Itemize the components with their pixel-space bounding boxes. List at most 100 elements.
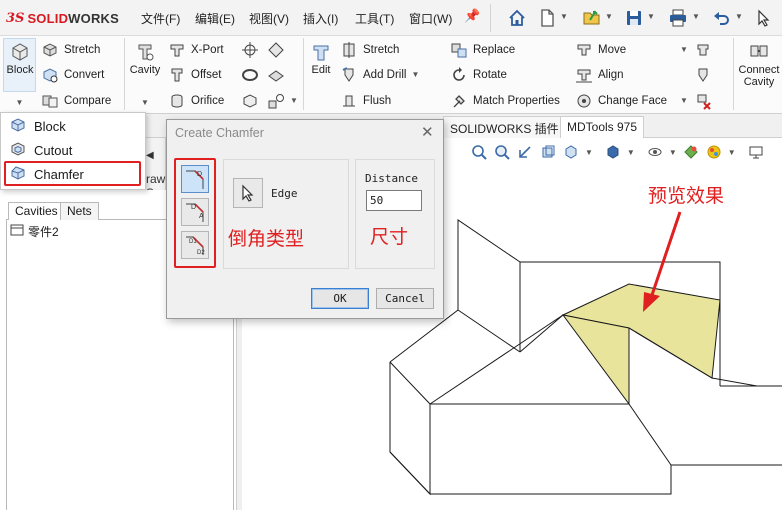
- print-dropdown-icon[interactable]: ▼: [692, 12, 700, 21]
- tree-item[interactable]: 零件2: [10, 223, 59, 240]
- zoom-area-icon[interactable]: [493, 143, 511, 161]
- distance-input[interactable]: 50: [366, 190, 422, 211]
- cursor-icon: [242, 184, 254, 202]
- ribbon-tool-a[interactable]: [693, 40, 712, 59]
- menu-item-chamfer[interactable]: Chamfer: [7, 163, 141, 185]
- ribbon-change-face[interactable]: Change Face: [574, 91, 667, 110]
- align-label: Align: [598, 68, 624, 81]
- undo-dropdown-icon[interactable]: ▼: [735, 12, 743, 21]
- menu-file[interactable]: 文件(F): [141, 10, 180, 27]
- menu-window[interactable]: 窗口(W): [409, 10, 452, 27]
- angle-type-icon: DA: [186, 203, 204, 222]
- tab-nets[interactable]: Nets: [60, 202, 99, 220]
- tab-solidworks-addins[interactable]: SOLIDWORKS 插件: [443, 116, 566, 138]
- home-icon[interactable]: [505, 6, 529, 30]
- menu-divider: [490, 4, 491, 32]
- chevron-down-icon[interactable]: ▼: [585, 148, 593, 157]
- save-dropdown-icon[interactable]: ▼: [647, 12, 655, 21]
- step-diagonal: [457, 309, 521, 353]
- left-face-edge: [389, 361, 431, 496]
- ribbon-separator: [303, 38, 304, 110]
- part-icon: [10, 224, 24, 239]
- ribbon-compare[interactable]: Compare: [40, 91, 111, 110]
- edge-select-button[interactable]: [233, 178, 263, 208]
- xport-icon: [167, 40, 186, 59]
- chevron-down-icon[interactable]: ▼: [627, 148, 635, 157]
- ribbon-prism-tool[interactable]: [266, 65, 285, 84]
- menu-insert[interactable]: 插入(I): [303, 10, 338, 27]
- collapse-arrow-icon[interactable]: ◀: [146, 150, 154, 161]
- zoom-to-fit-icon[interactable]: [470, 143, 488, 161]
- previous-view-icon[interactable]: [516, 143, 534, 161]
- ribbon-replace[interactable]: Replace: [449, 40, 515, 59]
- undo-icon[interactable]: [709, 6, 733, 30]
- connect-cavity-button[interactable]: Connect Cavity: [736, 40, 782, 88]
- ribbon-shapes-tool[interactable]: ▼: [266, 91, 298, 110]
- cavity-dropdown-icon[interactable]: ▼: [141, 98, 149, 107]
- cavity-button[interactable]: Cavity: [128, 40, 162, 76]
- ribbon-add-drill[interactable]: Add Drill ▼: [339, 65, 419, 84]
- hide-show-icon[interactable]: [646, 143, 664, 161]
- ribbon-align[interactable]: Align: [574, 65, 624, 84]
- ribbon-convert[interactable]: Convert: [40, 65, 104, 84]
- ribbon-flush[interactable]: Flush: [339, 91, 391, 110]
- tab-cavities[interactable]: Cavities: [8, 202, 65, 220]
- select-icon[interactable]: [752, 6, 776, 30]
- chevron-down-icon[interactable]: ▼: [669, 148, 677, 157]
- annotation-size: 尺寸: [370, 226, 409, 248]
- menu-view[interactable]: 视图(V): [249, 10, 289, 27]
- ribbon-match-properties[interactable]: Match Properties: [449, 91, 560, 110]
- save-icon[interactable]: [622, 6, 646, 30]
- display-style-icon[interactable]: [604, 143, 622, 161]
- open-icon[interactable]: [580, 6, 604, 30]
- drill-icon: [339, 65, 358, 84]
- ribbon-move[interactable]: Move: [574, 40, 626, 59]
- chevron-down-icon[interactable]: ▼: [728, 148, 736, 157]
- block-dropdown-toggle[interactable]: ▼: [3, 94, 36, 110]
- ribbon-diamond-tool[interactable]: [266, 40, 285, 59]
- draw-tab-fragment[interactable]: raw S: [146, 172, 166, 190]
- section-view-icon[interactable]: [539, 143, 557, 161]
- type-distance-button[interactable]: D: [181, 165, 209, 193]
- block-big-button[interactable]: Block: [5, 40, 35, 76]
- close-icon[interactable]: ✕: [421, 123, 434, 141]
- align-icon: [574, 65, 593, 84]
- print-icon[interactable]: [666, 6, 690, 30]
- ribbon-ring-tool[interactable]: [240, 65, 259, 84]
- change-face-dropdown-icon[interactable]: ▼: [680, 96, 688, 105]
- bottom-front-edge: [430, 464, 782, 495]
- distance-label: Distance: [365, 172, 418, 185]
- cancel-button[interactable]: Cancel: [376, 288, 434, 309]
- edit-button[interactable]: Edit: [307, 40, 335, 76]
- type-angle-button[interactable]: DA: [181, 198, 209, 226]
- tab-mdtools[interactable]: MDTools 975: [560, 116, 645, 138]
- ribbon-tool-b[interactable]: [693, 65, 712, 84]
- app-name: SOLIDWORKS: [27, 10, 120, 26]
- ribbon-xport[interactable]: X-Port: [167, 40, 224, 59]
- ring-icon: [240, 65, 259, 84]
- open-dropdown-icon[interactable]: ▼: [605, 12, 613, 21]
- menu-edit[interactable]: 编辑(E): [195, 10, 235, 27]
- new-dropdown-icon[interactable]: ▼: [560, 12, 568, 21]
- ribbon-tool-c[interactable]: [693, 91, 712, 110]
- menu-tools[interactable]: 工具(T): [355, 10, 394, 27]
- ribbon-orifice[interactable]: Orifice: [167, 91, 224, 110]
- ribbon-rotate[interactable]: Rotate: [449, 65, 507, 84]
- new-document-icon[interactable]: [535, 6, 559, 30]
- view-orientation-icon[interactable]: [562, 143, 580, 161]
- ribbon-crosshair-tool[interactable]: [240, 40, 259, 59]
- ribbon-cube-tool[interactable]: [240, 91, 259, 110]
- menu-item-block[interactable]: Block: [7, 115, 141, 137]
- ribbon-offset[interactable]: Offset: [167, 65, 221, 84]
- move-dropdown-icon[interactable]: ▼: [680, 45, 688, 54]
- menu-item-cutout[interactable]: Cutout: [7, 139, 141, 161]
- ok-button[interactable]: OK: [311, 288, 369, 309]
- ribbon-stretch[interactable]: Stretch: [40, 40, 100, 59]
- type-two-distance-button[interactable]: D1 D2: [181, 231, 209, 259]
- ribbon-stretch-2[interactable]: Stretch: [339, 40, 399, 59]
- monitor-icon[interactable]: [747, 143, 765, 161]
- appearance-icon[interactable]: [682, 143, 700, 161]
- pin-icon[interactable]: 📌: [464, 8, 480, 26]
- scene-icon[interactable]: [705, 143, 723, 161]
- offset-icon: [167, 65, 186, 84]
